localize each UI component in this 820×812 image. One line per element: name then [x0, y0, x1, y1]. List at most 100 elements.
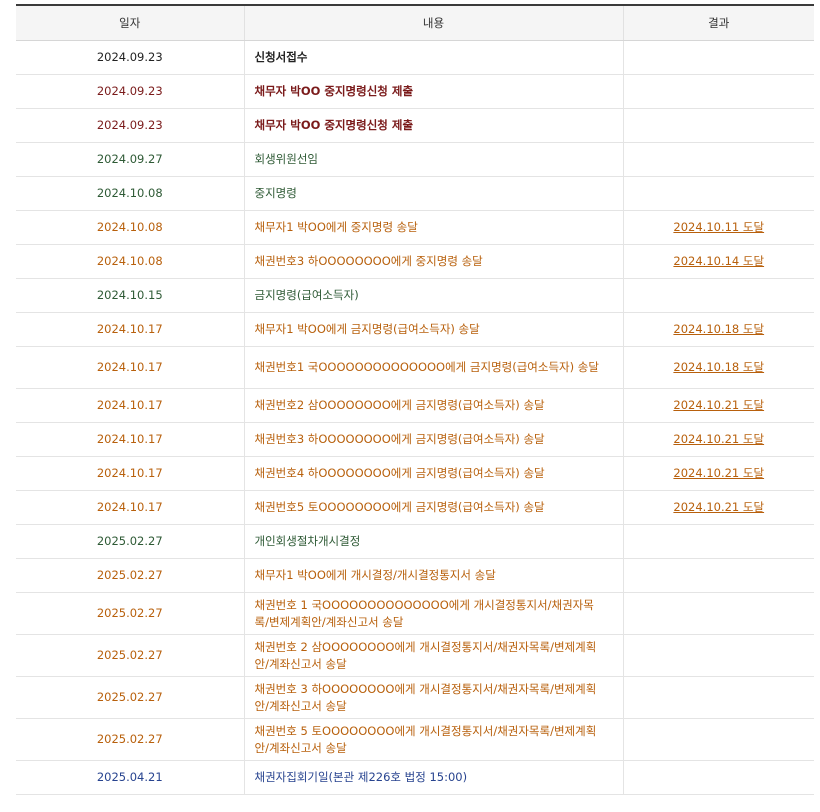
row-content: 채권번호1 국OOOOOOOOOOOOOO에게 금지명령(급여소득자) 송달 [243, 346, 624, 389]
row-result [623, 278, 814, 313]
row-result: 2024.10.11 도달 [623, 210, 814, 245]
row-content: 신청서접수 [243, 40, 624, 75]
row-content: 채무자1 박OO에게 개시결정/개시결정통지서 송달 [243, 558, 624, 593]
table-row: 2024.10.08 채권번호3 하OOOOOOOO에게 중지명령 송달 2024.… [16, 244, 814, 279]
row-content: 채권번호 1 국OOOOOOOOOOOOOO에게 개시결정통지서/채권자목록/변… [243, 592, 624, 635]
row-content: 금지명령(급여소득자) [243, 278, 624, 313]
row-content: 채권번호2 삼OOOOOOOO에게 금지명령(급여소득자) 송달 [243, 388, 624, 423]
table-row: 2025.02.27 채권번호 5 토OOOOOOOO에게 개시결정통지서/채권자… [16, 718, 814, 761]
result-delivery-link[interactable]: 2024.10.21 도달 [673, 432, 764, 446]
column-header-date: 일자 [16, 5, 244, 41]
column-header-result: 결과 [623, 5, 814, 41]
row-result [623, 718, 814, 761]
row-result: 2024.10.14 도달 [623, 244, 814, 279]
row-date: 2024.10.17 [16, 422, 244, 457]
row-date: 2024.10.17 [16, 312, 244, 347]
table-header: 일자 내용 결과 [16, 5, 814, 41]
result-delivery-link[interactable]: 2024.10.21 도달 [673, 398, 764, 412]
row-date: 2025.02.27 [16, 558, 244, 593]
row-date: 2024.10.17 [16, 346, 244, 389]
table-row: 2024.09.27 회생위원선임 [16, 142, 814, 177]
table-row: 2025.02.27 개인회생절차개시결정 [16, 524, 814, 559]
table-row: 2024.10.17 채권번호1 국OOOOOOOOOOOOOO에게 금지명령(급… [16, 346, 814, 389]
table-row: 2024.10.17 채권번호2 삼OOOOOOOO에게 금지명령(급여소득자) … [16, 388, 814, 423]
row-result: 2024.10.21 도달 [623, 490, 814, 525]
row-result [623, 634, 814, 677]
row-result [623, 40, 814, 75]
row-content: 채무자1 박OO에게 중지명령 송달 [243, 210, 624, 245]
row-date: 2024.09.23 [16, 108, 244, 143]
table-row: 2024.10.17 채무자1 박OO에게 금지명령(급여소득자) 송달 2024.… [16, 312, 814, 347]
row-content: 채권자집회기일(본관 제226호 법정 15:00) [243, 760, 624, 795]
table-row: 2024.10.15 금지명령(급여소득자) [16, 278, 814, 313]
row-date: 2024.10.15 [16, 278, 244, 313]
result-delivery-link[interactable]: 2024.10.11 도달 [673, 220, 764, 234]
row-date: 2025.02.27 [16, 676, 244, 719]
table-row: 2024.10.17 채권번호5 토OOOOOOOO에게 금지명령(급여소득자) … [16, 490, 814, 525]
row-content: 채무자 박OO 중지명령신청 제출 [243, 74, 624, 109]
table-row: 2024.09.23 채무자 박OO 중지명령신청 제출 [16, 108, 814, 143]
row-content: 채권번호3 하OOOOOOOO에게 중지명령 송달 [243, 244, 624, 279]
row-content: 채무자 박OO 중지명령신청 제출 [243, 108, 624, 143]
row-date: 2024.10.08 [16, 244, 244, 279]
row-content: 채무자1 박OO에게 금지명령(급여소득자) 송달 [243, 312, 624, 347]
row-date: 2024.10.17 [16, 490, 244, 525]
row-result [623, 524, 814, 559]
row-date: 2025.02.27 [16, 718, 244, 761]
row-content: 채권번호5 토OOOOOOOO에게 금지명령(급여소득자) 송달 [243, 490, 624, 525]
row-date: 2024.09.23 [16, 40, 244, 75]
table-header-row: 일자 내용 결과 [16, 5, 814, 41]
row-result [623, 74, 814, 109]
row-content: 개인회생절차개시결정 [243, 524, 624, 559]
row-content: 채권번호 5 토OOOOOOOO에게 개시결정통지서/채권자목록/변제계획안/계… [243, 718, 624, 761]
row-date: 2025.02.27 [16, 634, 244, 677]
result-delivery-link[interactable]: 2024.10.21 도달 [673, 500, 764, 514]
row-result [623, 676, 814, 719]
row-date: 2024.10.17 [16, 388, 244, 423]
row-result [623, 142, 814, 177]
table-row: 2024.10.08 중지명령 [16, 176, 814, 211]
table-row: 2024.10.17 채권번호3 하OOOOOOOO에게 금지명령(급여소득자) … [16, 422, 814, 457]
row-result: 2024.10.21 도달 [623, 422, 814, 457]
column-header-content: 내용 [243, 5, 624, 41]
row-content: 채권번호 3 하OOOOOOOO에게 개시결정통지서/채권자목록/변제계획안/계… [243, 676, 624, 719]
table-row: 2024.10.17 채권번호4 하OOOOOOOO에게 금지명령(급여소득자) … [16, 456, 814, 491]
table-row: 2025.04.21 채권자집회기일(본관 제226호 법정 15:00) [16, 760, 814, 795]
row-date: 2024.10.08 [16, 210, 244, 245]
row-result [623, 558, 814, 593]
row-content: 채권번호4 하OOOOOOOO에게 금지명령(급여소득자) 송달 [243, 456, 624, 491]
case-progress-table: 일자 내용 결과 2024.09.23 신청서접수 2024.09.23 채무자 박O… [16, 4, 814, 795]
row-result [623, 592, 814, 635]
row-result [623, 760, 814, 795]
table-row: 2024.09.23 채무자 박OO 중지명령신청 제출 [16, 74, 814, 109]
result-delivery-link[interactable]: 2024.10.14 도달 [673, 254, 764, 268]
result-delivery-link[interactable]: 2024.10.21 도달 [673, 466, 764, 480]
row-result: 2024.10.18 도달 [623, 346, 814, 389]
table-row: 2024.10.08 채무자1 박OO에게 중지명령 송달 2024.10.11 도… [16, 210, 814, 245]
case-progress-panel: 일자 내용 결과 2024.09.23 신청서접수 2024.09.23 채무자 박O… [16, 4, 814, 795]
row-content: 채권번호3 하OOOOOOOO에게 금지명령(급여소득자) 송달 [243, 422, 624, 457]
row-date: 2024.09.27 [16, 142, 244, 177]
result-delivery-link[interactable]: 2024.10.18 도달 [673, 360, 764, 374]
row-result [623, 108, 814, 143]
table-row: 2025.02.27 채무자1 박OO에게 개시결정/개시결정통지서 송달 [16, 558, 814, 593]
row-result: 2024.10.21 도달 [623, 456, 814, 491]
table-row: 2024.09.23 신청서접수 [16, 40, 814, 75]
row-result: 2024.10.18 도달 [623, 312, 814, 347]
row-date: 2024.10.17 [16, 456, 244, 491]
result-delivery-link[interactable]: 2024.10.18 도달 [673, 322, 764, 336]
row-content: 채권번호 2 삼OOOOOOOO에게 개시결정통지서/채권자목록/변제계획안/계… [243, 634, 624, 677]
row-date: 2024.09.23 [16, 74, 244, 109]
row-content: 회생위원선임 [243, 142, 624, 177]
row-date: 2025.02.27 [16, 524, 244, 559]
row-date: 2024.10.08 [16, 176, 244, 211]
row-date: 2025.04.21 [16, 760, 244, 795]
table-row: 2025.02.27 채권번호 3 하OOOOOOOO에게 개시결정통지서/채권자… [16, 676, 814, 719]
table-body: 2024.09.23 신청서접수 2024.09.23 채무자 박OO 중지명령신청 … [16, 40, 814, 795]
row-content: 중지명령 [243, 176, 624, 211]
row-result [623, 176, 814, 211]
row-date: 2025.02.27 [16, 592, 244, 635]
row-result: 2024.10.21 도달 [623, 388, 814, 423]
table-row: 2025.02.27 채권번호 2 삼OOOOOOOO에게 개시결정통지서/채권자… [16, 634, 814, 677]
table-row: 2025.02.27 채권번호 1 국OOOOOOOOOOOOOO에게 개시결정통… [16, 592, 814, 635]
